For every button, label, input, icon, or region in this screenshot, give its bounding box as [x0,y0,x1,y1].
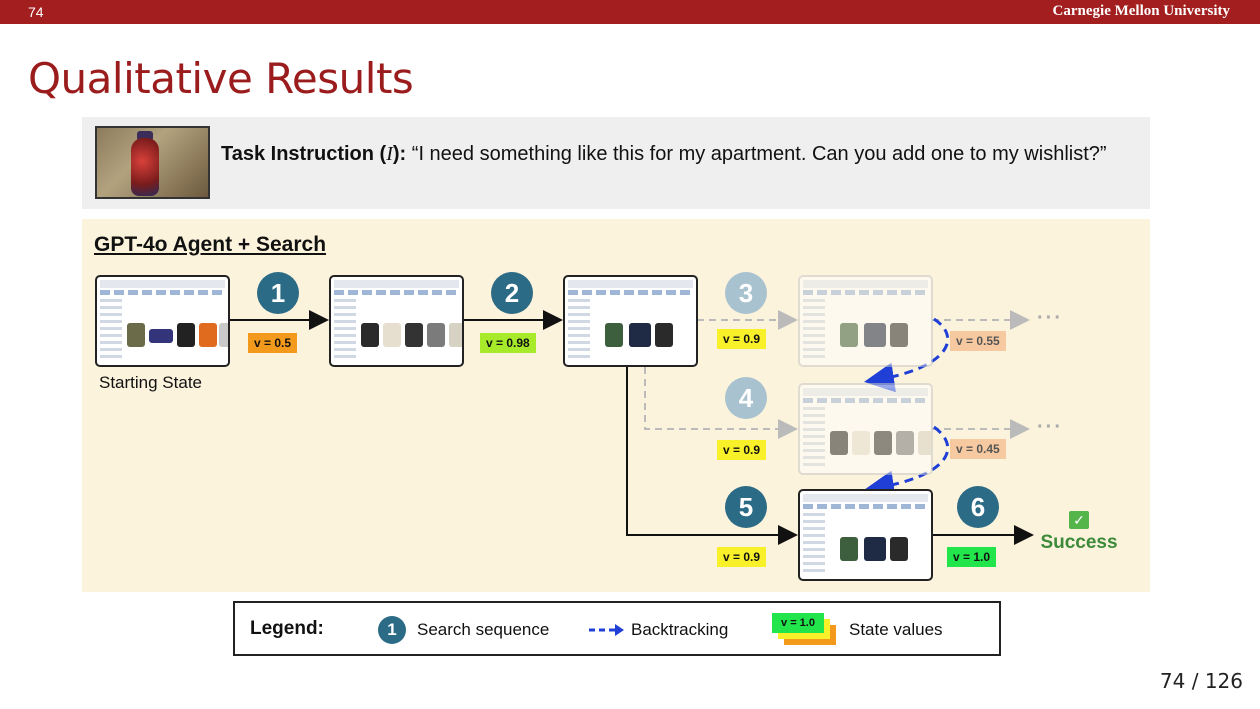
legend-title: Legend: [250,618,324,639]
state-screenshot-step4 [798,383,933,475]
instruction-quote: “I need something like this for my apart… [411,143,1107,165]
state-value-3: v = 0.9 [717,329,767,349]
state-value-stack-icon: v = 1.0 [772,613,836,647]
search-panel: GPT-4o Agent + Search Starting State 1 2… [82,219,1150,592]
legend-step-badge: 1 [378,616,406,644]
legend-state-values: State values [849,620,943,639]
legend-state-value-sample: v = 1.0 [772,613,824,633]
starting-state-label: Starting State [99,373,203,392]
step-badge-2: 2 [491,272,533,314]
state-value-6: v = 1.0 [947,547,997,567]
slide-number: 74 [28,4,44,20]
slide-title: Qualitative Results [28,54,414,103]
task-instruction-text: Task Instruction (I): “I need something … [221,141,1131,167]
vase-image [95,126,210,199]
check-icon: ✓ [1069,511,1089,529]
state-value-5: v = 0.9 [717,547,767,567]
legend-backtracking: Backtracking [631,620,729,639]
brand-logo: Carnegie Mellon University [1052,3,1230,19]
state-screenshot-start [95,275,230,367]
step-badge-4: 4 [725,377,767,419]
state-value-2: v = 0.98 [480,333,536,353]
instruction-symbol: I [386,143,393,165]
state-value-1: v = 0.5 [248,333,298,353]
state-screenshot-step3 [798,275,933,367]
header-bar: 74 Carnegie Mellon University [0,0,1260,24]
task-instruction-box: Task Instruction (I): “I need something … [82,117,1150,209]
page-number: 74 / 126 [1159,669,1243,693]
state-value-4: v = 0.9 [717,440,767,460]
success-indicator: ✓ Success [1039,511,1119,554]
legend-search-sequence: Search sequence [417,620,550,639]
state-screenshot-step2 [563,275,698,367]
legend: Legend: 1 Search sequence Backtracking v… [233,601,1001,656]
step-badge-6: 6 [957,486,999,528]
state-screenshot-step5 [798,489,933,581]
step-badge-5: 5 [725,486,767,528]
continuation-ellipsis-2: ··· [1037,416,1063,438]
step-badge-1: 1 [257,272,299,314]
state-value-pruned-1: v = 0.55 [950,331,1006,351]
backtrack-arrow-icon [589,624,624,636]
success-label: Success [1040,532,1118,553]
step-badge-3: 3 [725,272,767,314]
instruction-label: Task Instruction ( [221,143,387,165]
instruction-label-end: ): [392,143,407,165]
state-value-pruned-2: v = 0.45 [950,439,1006,459]
state-screenshot-step1 [329,275,464,367]
continuation-ellipsis-1: ··· [1037,307,1063,329]
